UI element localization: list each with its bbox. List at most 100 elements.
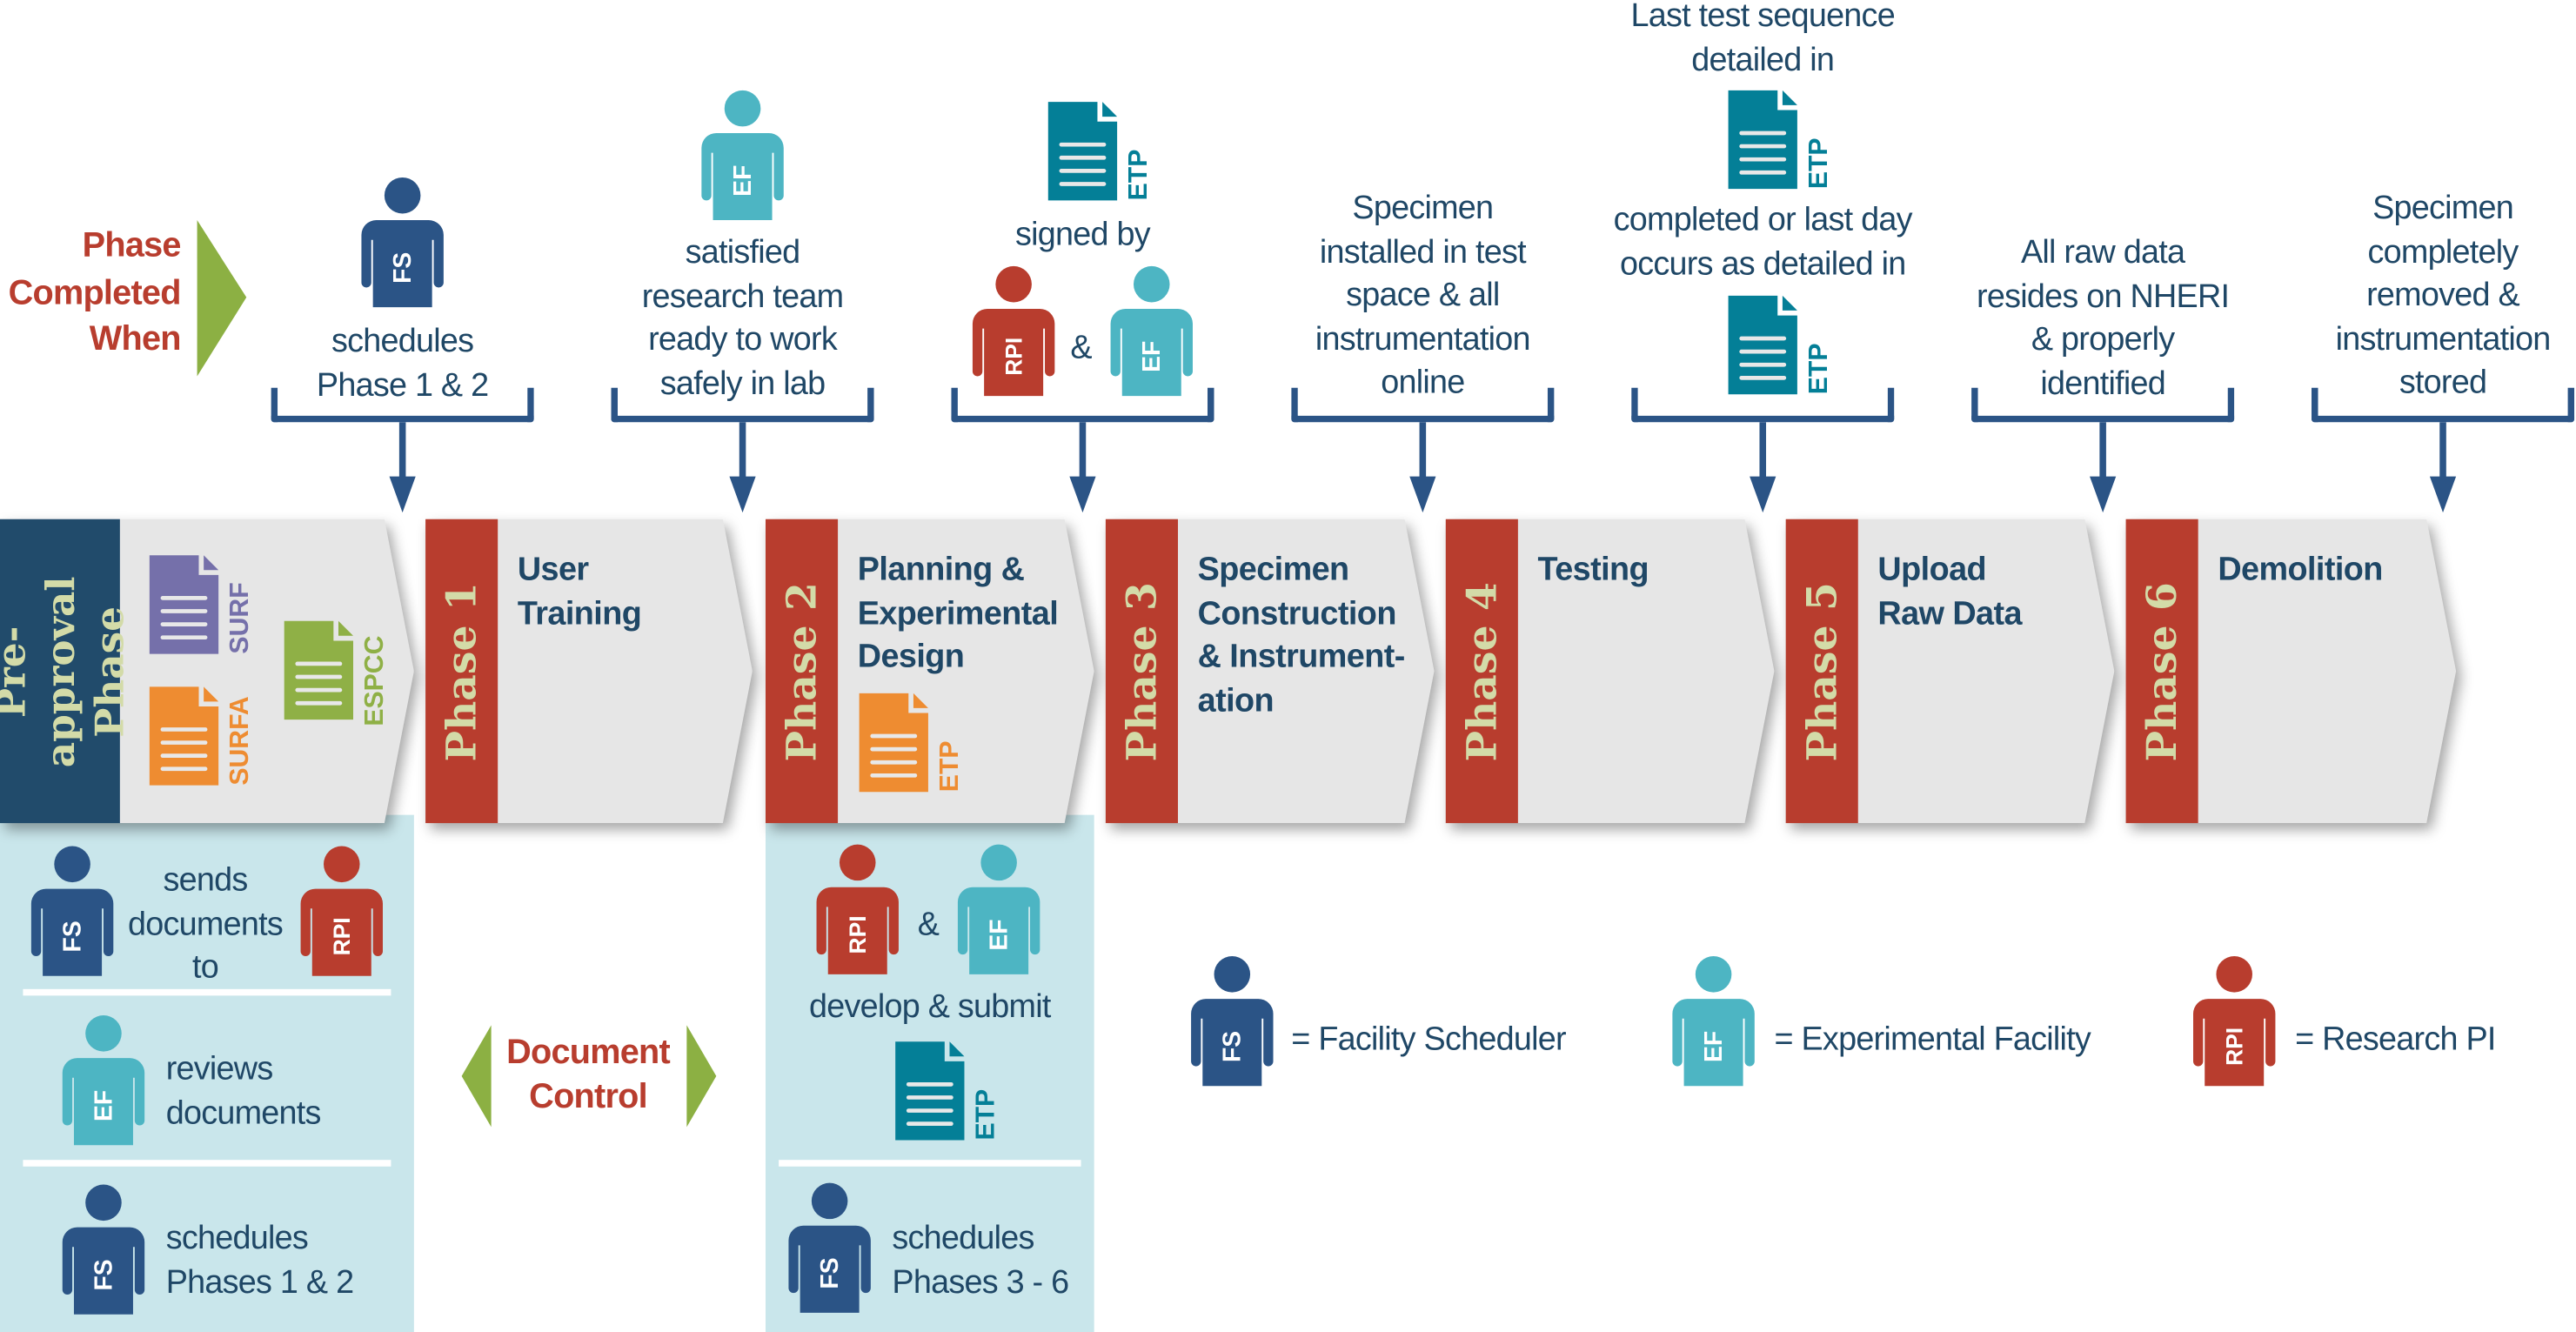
etp-document-icon: ETP <box>1728 90 1833 192</box>
phase5-completion-text-top: Last test sequence detailed in <box>1630 0 1895 78</box>
arrow-stem <box>1079 422 1087 485</box>
schedules-phases-text: schedules Phases 1 & 2 <box>165 1221 354 1301</box>
role-abbr: RPI <box>2222 1027 2248 1066</box>
role-abbr: EF <box>729 165 757 197</box>
experimental-facility-icon: EF <box>701 89 784 221</box>
arrow-down-icon <box>2090 476 2117 513</box>
phase4-completion-text: Specimen installed in test space & all i… <box>1315 191 1531 401</box>
reviews-documents-text: reviews documents <box>165 1051 322 1132</box>
arrow-down-icon <box>1069 476 1096 513</box>
ampersand-text: & <box>917 907 940 943</box>
role-abbr: EF <box>90 1090 117 1121</box>
document-label: ETP <box>935 740 964 792</box>
phase-label: Phase 3 <box>1118 581 1166 761</box>
phase-label: Pre-approval Phase <box>0 575 133 767</box>
document-label: ESPCC <box>360 636 389 726</box>
role-abbr: FS <box>816 1257 844 1288</box>
divider <box>779 1160 1081 1167</box>
phase-title: Planning & Experimental Design <box>857 552 1059 676</box>
legend-facility-scheduler: = Facility Scheduler <box>1291 1021 1566 1059</box>
document-label: ETP <box>1804 137 1833 189</box>
espcc-document-icon: ESPCC <box>284 620 389 726</box>
legend-experimental-facility: = Experimental Facility <box>1774 1021 2091 1059</box>
sends-documents-text: sends documents to <box>128 862 284 987</box>
phase3-chevron: Phase 3 Specimen Construction & Instrumen… <box>1105 519 1435 824</box>
phase-title: Upload Raw Data <box>1877 552 2022 633</box>
green-arrow-right-icon <box>686 1025 717 1128</box>
arrow-stem <box>398 422 406 485</box>
green-arrow-right-icon <box>197 220 247 377</box>
divider <box>23 1160 391 1167</box>
etp-document-icon: ETP <box>859 693 964 795</box>
facility-scheduler-icon: FS <box>30 845 114 976</box>
phase-label: Phase 5 <box>1797 581 1846 761</box>
ampersand-text: & <box>1070 330 1092 367</box>
phase-title: Demolition <box>2218 552 2383 589</box>
role-abbr: RPI <box>1001 338 1027 376</box>
phase-completed-when-heading: Phase Completed When <box>8 226 182 358</box>
etp-document-icon: ETP <box>1047 102 1153 204</box>
phase6-completion-text: All raw data resides on NHERI & properly… <box>1977 235 2230 402</box>
legend-experimental-facility-icon: EF <box>1672 954 1755 1087</box>
facility-scheduler-icon: FS <box>361 176 444 308</box>
role-abbr: FS <box>59 920 87 952</box>
experimental-facility-icon: EF <box>957 843 1040 974</box>
arrow-stem <box>739 422 746 485</box>
phase-title: Testing <box>1537 552 1649 589</box>
phase-title: User Training <box>517 552 642 633</box>
role-abbr: EF <box>986 919 1014 950</box>
research-pi-icon: RPI <box>816 843 899 974</box>
document-label: ETP <box>1804 343 1833 394</box>
arrow-down-icon <box>1409 476 1436 513</box>
role-abbr: RPI <box>329 917 355 955</box>
nheri-workflow-diagram: Phase Completed When Pre-approval Phase … <box>0 0 2576 1332</box>
surfa-document-icon: SURFA <box>149 686 254 788</box>
experimental-facility-icon: EF <box>1110 264 1193 397</box>
phase5-completion-text-mid: completed or last day occurs as detailed… <box>1613 202 1913 282</box>
phase-label: Phase 6 <box>2138 581 2186 761</box>
arrow-down-icon <box>389 476 416 513</box>
legend-research-pi-icon: RPI <box>2193 954 2276 1087</box>
research-pi-icon: RPI <box>972 264 1055 397</box>
role-abbr: EF <box>1138 341 1166 372</box>
legend-facility-scheduler-icon: FS <box>1191 954 1274 1087</box>
arrow-down-icon <box>2429 476 2457 513</box>
arrow-stem <box>2439 422 2446 485</box>
role-abbr: FS <box>90 1259 117 1290</box>
role-abbr: RPI <box>845 915 871 954</box>
phase-label: Phase 4 <box>1457 581 1506 761</box>
phase6-chevron: Phase 6 Demolition <box>2125 519 2457 824</box>
phase-label: Phase 2 <box>778 581 826 761</box>
arrow-stem <box>1419 422 1427 485</box>
arrow-down-icon <box>729 476 756 513</box>
research-pi-icon: RPI <box>300 845 383 976</box>
role-abbr: EF <box>1700 1031 1728 1062</box>
facility-scheduler-icon: FS <box>788 1181 871 1313</box>
document-label: ETP <box>971 1089 1000 1141</box>
facility-scheduler-icon: FS <box>62 1183 145 1315</box>
signed-by-text: signed by <box>1014 217 1151 253</box>
role-abbr: FS <box>1219 1031 1247 1062</box>
arrow-down-icon <box>1750 476 1776 513</box>
phase5-chevron: Phase 5 Upload Raw Data <box>1785 519 2115 824</box>
arrow-stem <box>2099 422 2106 485</box>
legend-research-pi: = Research PI <box>2295 1021 2496 1059</box>
divider <box>23 988 391 996</box>
surf-document-icon: SURF <box>149 555 254 657</box>
etp-document-icon: ETP <box>1728 295 1833 398</box>
phase4-chevron: Phase 4 Testing <box>1445 519 1775 824</box>
phase1-completion-text: schedules Phase 1 & 2 <box>316 324 489 404</box>
experimental-facility-icon: EF <box>62 1014 145 1146</box>
document-label: ETP <box>1124 150 1153 201</box>
arrow-stem <box>1759 422 1767 485</box>
schedules-phases-3-6-text: schedules Phases 3 - 6 <box>892 1221 1069 1301</box>
phase-title: Specimen Construction & Instrument- atio… <box>1197 552 1406 720</box>
phase1-chevron: Phase 1 User Training <box>425 519 753 824</box>
phase2-completion-text: satisfied research team ready to work sa… <box>641 235 844 402</box>
document-control-label: Document Control <box>506 1033 671 1115</box>
etp-document-icon: ETP <box>895 1041 1000 1143</box>
role-abbr: FS <box>389 252 417 284</box>
document-label: SURF <box>225 582 254 653</box>
phase-label: Phase 1 <box>438 581 486 761</box>
document-label: SURFA <box>225 696 254 786</box>
